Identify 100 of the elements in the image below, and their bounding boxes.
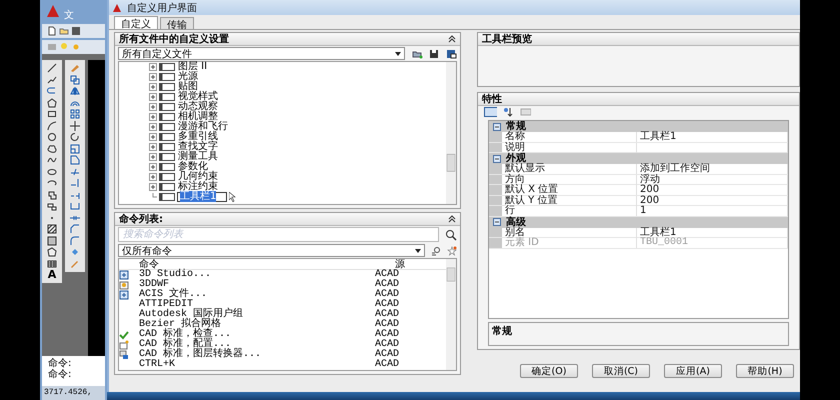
category-row[interactable]: 高级 (489, 216, 788, 228)
command-cell[interactable]: CTRL+K (139, 360, 375, 370)
tree-item[interactable]: 贴图 (177, 82, 199, 92)
insert-icon[interactable] (47, 201, 57, 211)
new-file-icon[interactable] (47, 26, 57, 36)
hatch-icon[interactable] (47, 224, 57, 234)
hook-icon[interactable] (47, 86, 57, 96)
array-icon[interactable] (70, 109, 80, 119)
expand-icon[interactable] (149, 183, 157, 191)
dialog-button[interactable]: 取消(C) (592, 364, 650, 378)
property-row[interactable]: 名称 工具栏1 (489, 132, 788, 142)
extend-icon[interactable] (70, 178, 80, 188)
property-value[interactable]: 添加到工作空间 (637, 164, 788, 174)
cloud-icon[interactable] (47, 144, 57, 154)
column-header[interactable]: 命令 (139, 259, 395, 270)
polygon-icon[interactable] (47, 98, 57, 108)
scrollbar[interactable] (446, 62, 456, 204)
property-row[interactable]: 默认显示 添加到工作空间 (489, 164, 788, 174)
expand-icon[interactable] (149, 133, 157, 141)
expand-icon[interactable] (149, 153, 157, 161)
collapse-icon[interactable] (448, 215, 456, 223)
command-cell[interactable]: ACIS 文件... (139, 290, 375, 300)
rectangle-icon[interactable] (47, 109, 57, 119)
filter-dropdown[interactable]: 仅所有命令 (118, 244, 425, 257)
rename-field[interactable]: 工具栏1 (177, 192, 228, 202)
expand-icon[interactable] (149, 63, 157, 71)
collapse-icon[interactable] (448, 35, 456, 43)
property-value[interactable]: 1 (637, 206, 788, 216)
collapse-icon[interactable] (493, 122, 501, 130)
tab[interactable]: 传输 (160, 17, 194, 29)
rotate-icon[interactable] (70, 132, 80, 142)
property-row[interactable]: 别名 工具栏1 (489, 228, 788, 238)
elliptical-arc-icon[interactable] (47, 178, 57, 188)
file-dropdown[interactable]: 所有自定义文件 (118, 47, 405, 60)
expand-icon[interactable] (149, 173, 157, 181)
property-row[interactable]: 默认 X 位置 200 (489, 185, 788, 196)
polyline-icon[interactable] (47, 74, 57, 84)
fillet-icon[interactable] (70, 236, 80, 246)
tree-item[interactable]: 视觉样式 (177, 92, 219, 102)
category-row[interactable]: 外观 (489, 153, 788, 164)
trim-icon[interactable] (70, 166, 80, 176)
scrollbar[interactable] (446, 259, 456, 370)
search-icon[interactable] (445, 228, 457, 240)
circle-icon[interactable] (47, 132, 57, 142)
tree-item[interactable]: 光源 (177, 72, 199, 82)
save-as-icon[interactable] (445, 48, 457, 58)
column-header[interactable]: 源 (395, 259, 446, 270)
property-value[interactable]: 工具栏1 (637, 132, 788, 142)
tree-item[interactable]: 测量工具 (177, 152, 219, 162)
bracket-icon[interactable] (70, 201, 80, 211)
tree-item[interactable]: 漫游和飞行 (177, 122, 229, 132)
expand-icon[interactable] (149, 73, 157, 81)
property-row[interactable]: 说明 (489, 142, 788, 153)
arc-icon[interactable] (47, 120, 57, 130)
mirror-icon[interactable] (70, 86, 80, 96)
tab[interactable]: 自定义 (114, 16, 158, 29)
open-folder-icon[interactable] (411, 48, 423, 58)
expand-icon[interactable] (149, 163, 157, 171)
expand-icon[interactable] (149, 143, 157, 151)
property-row[interactable]: 行 1 (489, 206, 788, 216)
search-field[interactable]: 搜索命令列表 (118, 227, 439, 242)
tree-item[interactable]: 相机调整 (177, 112, 219, 122)
tree-item[interactable]: 多重引线 (177, 132, 219, 142)
category-row[interactable]: 常规 (489, 121, 788, 132)
block-icon[interactable] (47, 190, 57, 200)
stretch-icon[interactable] (70, 155, 80, 165)
find-icon[interactable] (431, 246, 441, 256)
property-value[interactable]: 200 (637, 185, 788, 195)
tree-item[interactable]: 参数化 (177, 162, 209, 172)
ellipse-icon[interactable] (47, 166, 57, 176)
expand-icon[interactable] (149, 123, 157, 131)
line-icon[interactable] (47, 63, 57, 73)
expand-icon[interactable] (149, 113, 157, 121)
command-cell[interactable]: CAD 标准，图层转换器... (139, 350, 375, 360)
save-icon[interactable] (71, 26, 81, 36)
property-row[interactable]: 默认 Y 位置 200 (489, 196, 788, 206)
expand-icon[interactable] (149, 103, 157, 111)
explode-icon[interactable] (70, 247, 80, 257)
save-icon[interactable] (429, 48, 439, 58)
dialog-button[interactable]: 应用(A) (664, 364, 722, 378)
tree-item[interactable]: 查找文字 (177, 142, 219, 152)
chamfer-icon[interactable] (70, 224, 80, 234)
folder-icon[interactable] (59, 26, 69, 36)
text-tool[interactable]: A (48, 270, 56, 280)
tree-item[interactable]: 图层 II (177, 62, 208, 72)
move-icon[interactable] (70, 120, 80, 130)
spline-icon[interactable] (47, 155, 57, 165)
collapse-icon[interactable] (493, 218, 501, 226)
property-row[interactable]: 方向 浮动 (489, 174, 788, 185)
tree-item[interactable]: 标注约束 (177, 182, 219, 192)
table-icon[interactable] (47, 258, 57, 268)
command-cell[interactable]: 3D Studio... (139, 270, 375, 280)
copy-icon[interactable] (70, 74, 80, 84)
dialog-button[interactable]: 帮助(H) (736, 364, 794, 378)
expand-icon[interactable] (149, 93, 157, 101)
sort-icon[interactable] (503, 107, 513, 117)
star-icon[interactable] (447, 246, 457, 256)
gradient-icon[interactable] (47, 236, 57, 246)
region-icon[interactable] (47, 247, 57, 257)
collapse-icon[interactable] (493, 154, 501, 162)
